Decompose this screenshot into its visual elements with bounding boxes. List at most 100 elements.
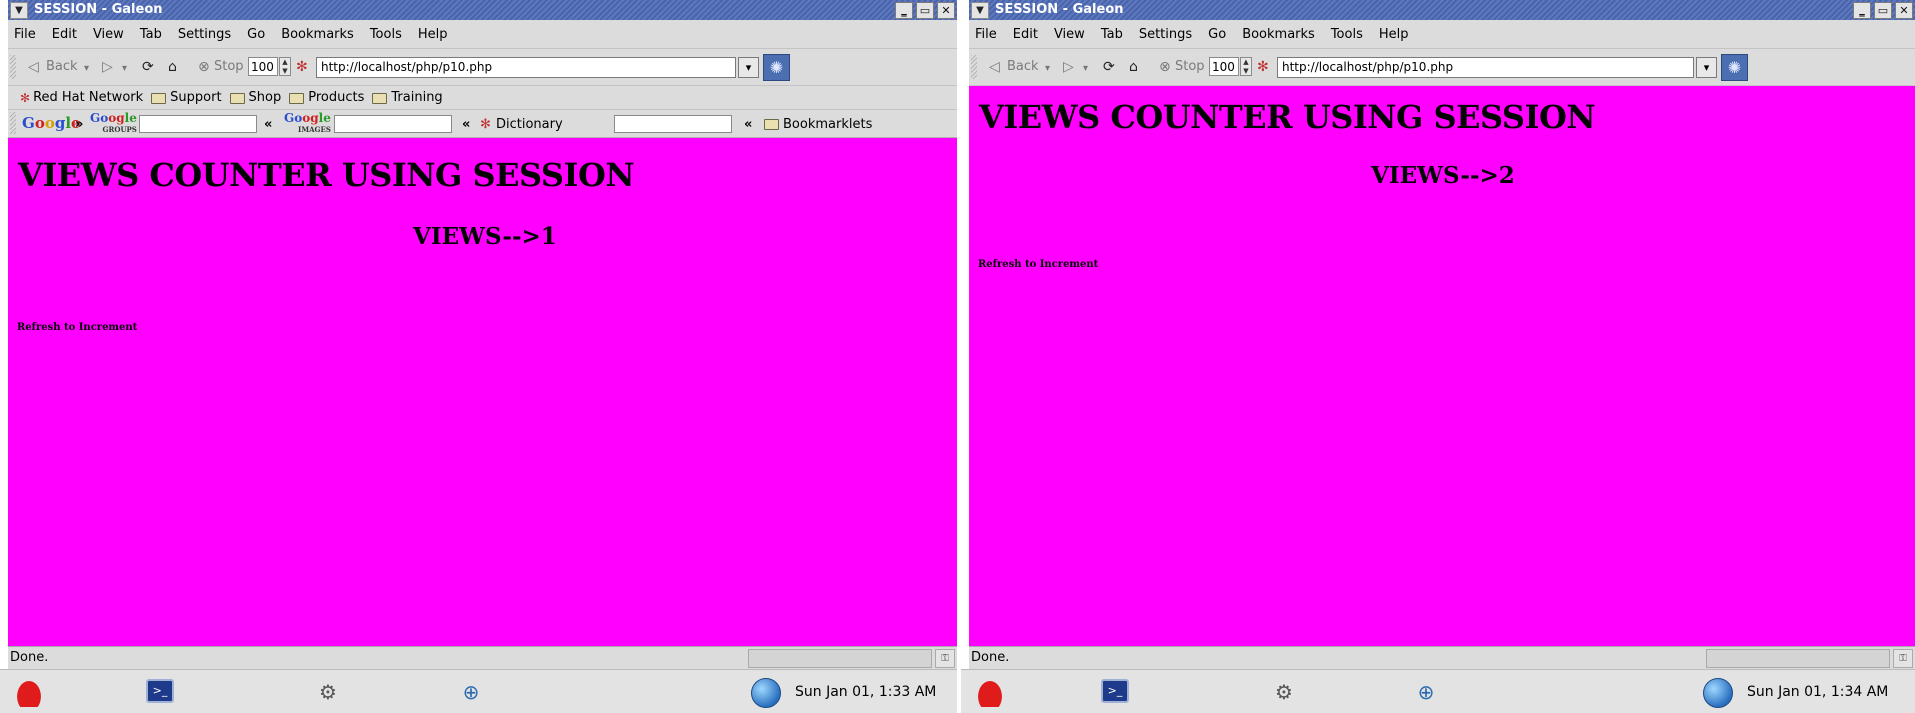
maximize-icon[interactable]: ▭: [916, 2, 934, 19]
zoom-input[interactable]: 100: [1209, 57, 1239, 76]
back-button[interactable]: Back: [1007, 59, 1039, 75]
stop-icon[interactable]: ⊗: [1159, 59, 1171, 75]
forward-history-icon[interactable]: ▾: [122, 61, 127, 77]
menu-help[interactable]: Help: [418, 27, 448, 42]
views-counter: VIEWS-->2: [1371, 162, 1515, 189]
close-icon[interactable]: ✕: [937, 2, 955, 19]
url-input[interactable]: http://localhost/php/p10.php: [316, 57, 736, 78]
url-dropdown-icon[interactable]: ▾: [738, 57, 759, 78]
bookmark-training[interactable]: Training: [372, 90, 443, 105]
security-icon[interactable]: ⚿: [935, 649, 955, 668]
back-history-icon[interactable]: ▾: [1045, 61, 1050, 77]
bookmark-star-icon[interactable]: ✻: [296, 59, 308, 75]
url-dropdown-icon[interactable]: ▾: [1696, 57, 1717, 78]
forward-history-icon[interactable]: ▾: [1083, 61, 1088, 77]
panel-clock[interactable]: Sun Jan 01, 1:34 AM: [1747, 684, 1888, 700]
menu-edit[interactable]: Edit: [52, 27, 77, 42]
stop-button[interactable]: Stop: [214, 59, 244, 75]
menu-go[interactable]: Go: [1208, 27, 1226, 42]
forward-arrow-icon[interactable]: ▷: [1063, 59, 1074, 75]
minimize-icon[interactable]: ‗: [895, 2, 913, 19]
globe-icon[interactable]: [1703, 678, 1733, 708]
window-menu-icon[interactable]: ▼: [971, 2, 989, 19]
bookmark-red-hat-network[interactable]: ✻ Red Hat Network: [20, 90, 143, 105]
menu-file[interactable]: File: [975, 27, 997, 42]
dictionary-label[interactable]: Dictionary: [496, 117, 563, 132]
stop-icon[interactable]: ⊗: [198, 59, 210, 75]
reload-icon[interactable]: ⟳: [1103, 59, 1115, 75]
menu-view[interactable]: View: [1054, 27, 1085, 42]
home-icon[interactable]: ⌂: [168, 59, 177, 75]
menu-help[interactable]: Help: [1379, 27, 1409, 42]
google-groups-search-input[interactable]: [139, 115, 257, 133]
folder-icon: [229, 93, 245, 104]
bookmarklets-label[interactable]: Bookmarklets: [783, 117, 872, 132]
google-images-search-input[interactable]: [334, 115, 452, 133]
bookmark-star-icon: ✻: [20, 90, 31, 105]
bookmark-products[interactable]: Products: [289, 90, 364, 105]
panel-clock[interactable]: Sun Jan 01, 1:33 AM: [795, 684, 936, 700]
stop-button[interactable]: Stop: [1175, 59, 1205, 75]
folder-icon: [151, 93, 167, 104]
collapse-arrow[interactable]: «: [264, 117, 272, 132]
back-arrow-icon[interactable]: ◁: [28, 59, 39, 75]
bookmark-shop[interactable]: Shop: [229, 90, 281, 105]
browser-window: ▼ SESSION - Galeon ‗ ▭ ✕ File Edit View …: [8, 0, 957, 669]
terminal-icon[interactable]: >_: [1101, 679, 1129, 703]
zoom-input[interactable]: 100: [248, 57, 278, 76]
zoom-stepper[interactable]: ▲ ▼: [279, 57, 291, 76]
menu-settings[interactable]: Settings: [1139, 27, 1192, 42]
collapse-arrow[interactable]: «: [744, 117, 752, 132]
menu-go[interactable]: Go: [247, 27, 265, 42]
window-menu-icon[interactable]: ▼: [10, 2, 28, 19]
terminal-icon[interactable]: >_: [146, 679, 174, 703]
title-bar[interactable]: ▼ SESSION - Galeon ‗ ▭ ✕: [969, 0, 1915, 20]
network-icon[interactable]: ⊕: [456, 677, 486, 707]
title-bar[interactable]: ▼ SESSION - Galeon ‗ ▭ ✕: [8, 0, 957, 20]
toolbar-grip[interactable]: [971, 55, 977, 79]
reload-icon[interactable]: ⟳: [142, 59, 154, 75]
settings-icon[interactable]: ⚙: [313, 677, 343, 707]
back-history-icon[interactable]: ▾: [84, 61, 89, 77]
back-button[interactable]: Back: [46, 59, 78, 75]
throbber-icon[interactable]: ✺: [1721, 54, 1748, 81]
red-hat-icon[interactable]: ●: [14, 677, 44, 707]
maximize-icon[interactable]: ▭: [1874, 2, 1892, 19]
menu-settings[interactable]: Settings: [178, 27, 231, 42]
settings-icon[interactable]: ⚙: [1269, 677, 1299, 707]
menu-tab[interactable]: Tab: [1101, 27, 1123, 42]
menu-file[interactable]: File: [14, 27, 36, 42]
menu-edit[interactable]: Edit: [1013, 27, 1038, 42]
menu-tools[interactable]: Tools: [1331, 27, 1363, 42]
collapse-arrow[interactable]: «: [462, 117, 470, 132]
toolbar-grip[interactable]: [10, 55, 16, 79]
url-input[interactable]: http://localhost/php/p10.php: [1277, 57, 1694, 78]
menu-bookmarks[interactable]: Bookmarks: [1242, 27, 1315, 42]
window-title: SESSION - Galeon: [34, 2, 163, 17]
menu-bookmarks[interactable]: Bookmarks: [281, 27, 354, 42]
minimize-icon[interactable]: ‗: [1853, 2, 1871, 19]
toolbar-grip[interactable]: [10, 112, 16, 134]
menu-view[interactable]: View: [93, 27, 124, 42]
zoom-stepper[interactable]: ▲ ▼: [1240, 57, 1252, 76]
google-groups-logo[interactable]: Google GROUPS: [90, 112, 137, 135]
refresh-note: Refresh to Increment: [17, 322, 138, 333]
back-arrow-icon[interactable]: ◁: [989, 59, 1000, 75]
search-toolbar: Google » Google GROUPS « Google IMAGES « ✻…: [8, 110, 957, 138]
red-hat-icon[interactable]: ●: [975, 677, 1005, 707]
bookmark-support[interactable]: Support: [151, 90, 222, 105]
bookmark-star-icon[interactable]: ✻: [1257, 59, 1269, 75]
menu-tab[interactable]: Tab: [140, 27, 162, 42]
throbber-icon[interactable]: ✺: [763, 54, 790, 81]
globe-icon[interactable]: [751, 678, 781, 708]
forward-arrow-icon[interactable]: ▷: [102, 59, 113, 75]
google-images-logo[interactable]: Google IMAGES: [284, 112, 331, 135]
home-icon[interactable]: ⌂: [1129, 59, 1138, 75]
close-icon[interactable]: ✕: [1895, 2, 1913, 19]
dictionary-search-input[interactable]: [614, 115, 732, 133]
menu-tools[interactable]: Tools: [370, 27, 402, 42]
google-logo[interactable]: Google: [22, 114, 81, 132]
security-icon[interactable]: ⚿: [1893, 649, 1913, 668]
network-icon[interactable]: ⊕: [1411, 677, 1441, 707]
bookmark-label: Products: [308, 90, 365, 105]
